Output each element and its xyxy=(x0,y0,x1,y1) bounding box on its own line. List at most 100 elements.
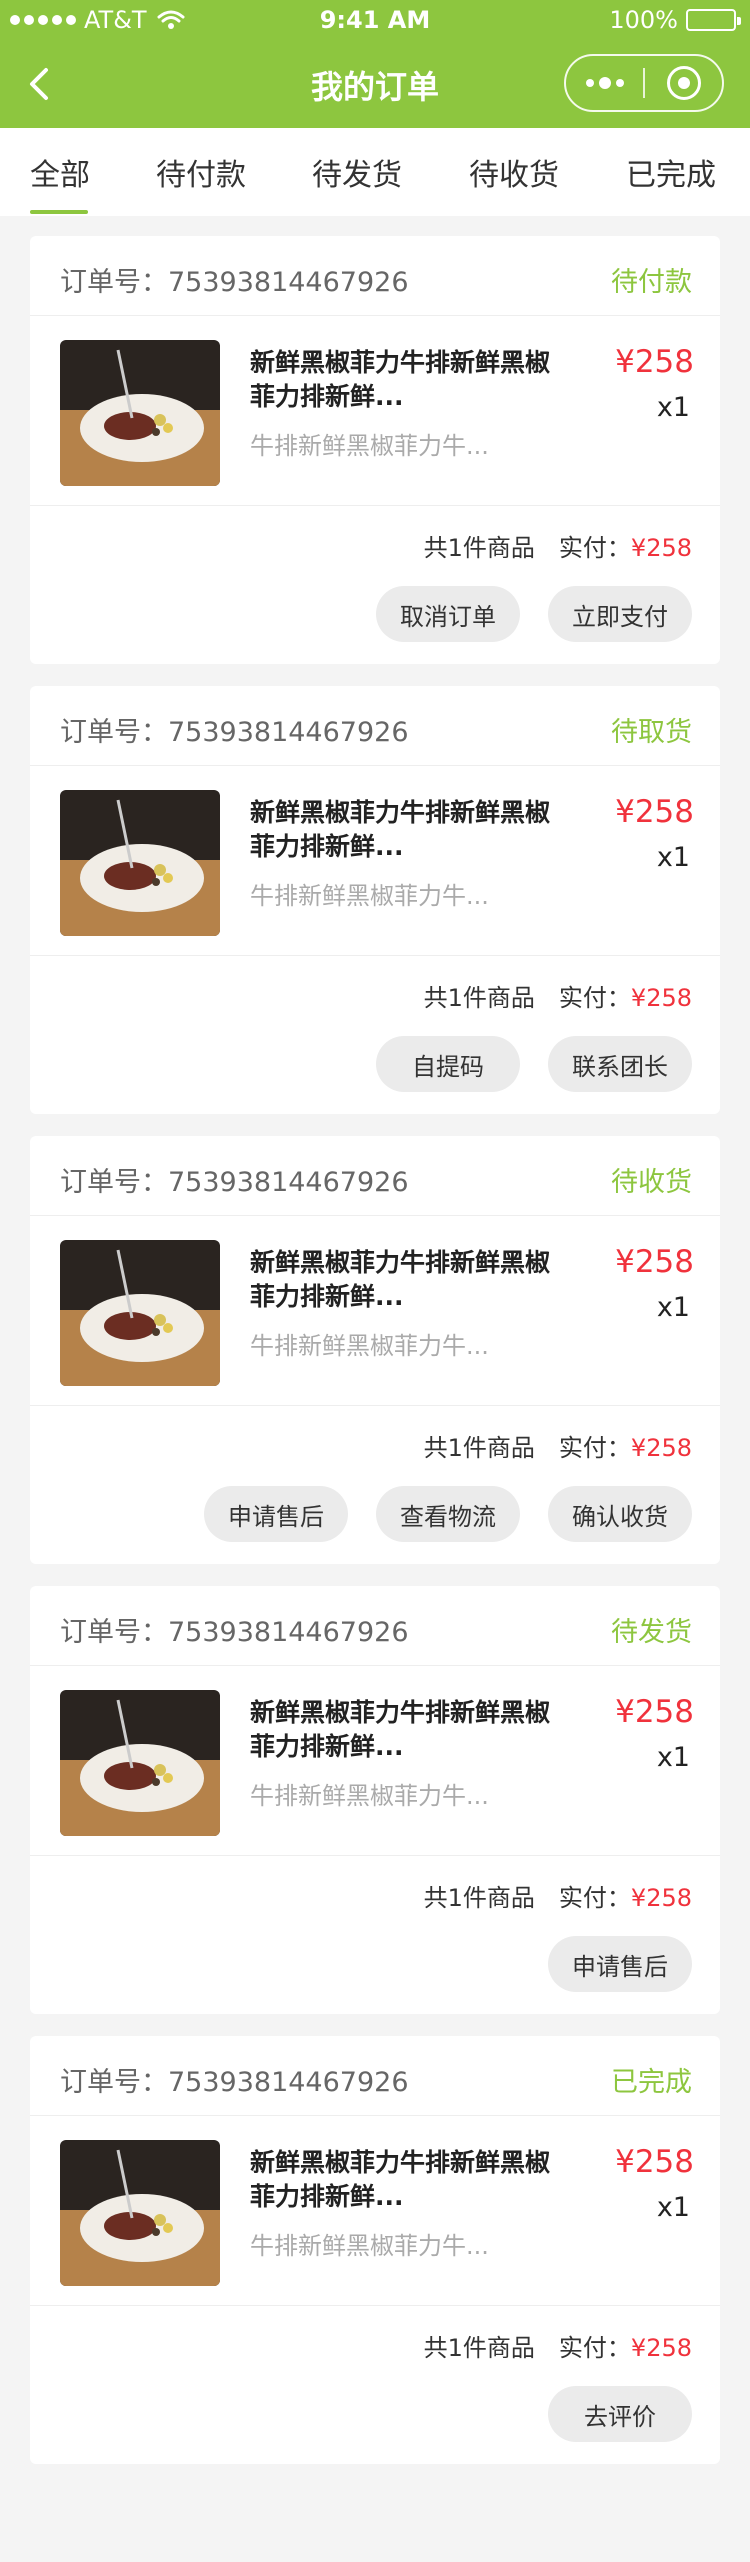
pay-now-button[interactable]: 立即支付 xyxy=(548,586,692,642)
battery-percent: 100% xyxy=(609,6,678,34)
product-name: 新鲜黑椒菲力牛排新鲜黑椒菲力排新鲜... xyxy=(250,348,551,411)
paid-amount: 实付：¥258 xyxy=(559,1428,692,1463)
order-actions: 取消订单 立即支付 xyxy=(376,586,692,642)
paid-label: 实付： xyxy=(558,1884,631,1912)
tab-indicator xyxy=(30,210,88,214)
order-summary: 共1件商品 实付：¥258 xyxy=(424,528,692,563)
item-count: 共1件商品 xyxy=(423,1884,535,1912)
contact-leader-button[interactable]: 联系团长 xyxy=(548,1036,692,1092)
paid-amount: 实付：¥258 xyxy=(559,978,692,1013)
order-tabs: 全部 待付款 待发货 待收货 已完成 xyxy=(0,128,750,216)
product-spec: 牛排新鲜黑椒菲力牛... xyxy=(250,1782,489,1810)
order-number: 订单号：75393814467926 xyxy=(60,1167,409,1198)
order-status: 待发货 xyxy=(611,1617,692,1648)
paid-value: ¥258 xyxy=(630,1434,692,1462)
paid-label: 实付： xyxy=(558,1434,631,1462)
order-actions: 申请售后 xyxy=(548,1936,692,1992)
order-card-header: 订单号：75393814467926 待发货 xyxy=(30,1586,720,1666)
product-image xyxy=(60,2140,220,2286)
order-item[interactable]: 新鲜黑椒菲力牛排新鲜黑椒菲力排新鲜... 牛排新鲜黑椒菲力牛... ¥258 x… xyxy=(30,2116,720,2306)
header: AT&T 9:41 AM 100% 我的订单 xyxy=(0,0,750,128)
order-summary: 共1件商品 实付：¥258 xyxy=(424,978,692,1013)
tab-completed[interactable]: 已完成 xyxy=(626,150,716,194)
product-quantity: x1 xyxy=(656,392,690,423)
product-quantity: x1 xyxy=(656,1742,690,1773)
order-status: 待付款 xyxy=(611,267,692,298)
pickup-code-button[interactable]: 自提码 xyxy=(376,1036,520,1092)
order-status: 待收货 xyxy=(611,1167,692,1198)
product-name: 新鲜黑椒菲力牛排新鲜黑椒菲力排新鲜... xyxy=(250,1698,551,1761)
product-image xyxy=(60,1240,220,1386)
product-name: 新鲜黑椒菲力牛排新鲜黑椒菲力排新鲜... xyxy=(250,2148,551,2211)
tab-all[interactable]: 全部 xyxy=(30,150,90,194)
tab-pending-receipt[interactable]: 待收货 xyxy=(469,150,559,194)
close-miniprogram-button[interactable] xyxy=(645,56,722,110)
tab-pending-payment[interactable]: 待付款 xyxy=(156,150,246,194)
product-quantity: x1 xyxy=(656,2192,690,2223)
paid-value: ¥258 xyxy=(630,984,692,1012)
paid-label: 实付： xyxy=(558,534,631,562)
order-actions: 自提码 联系团长 xyxy=(376,1036,692,1092)
paid-amount: 实付：¥258 xyxy=(559,1878,692,1913)
battery-icon xyxy=(686,9,741,31)
order-item[interactable]: 新鲜黑椒菲力牛排新鲜黑椒菲力排新鲜... 牛排新鲜黑椒菲力牛... ¥258 x… xyxy=(30,316,720,506)
product-price: ¥258 xyxy=(615,1694,694,1730)
order-card: 订单号：75393814467926 待收货 新鲜黑椒菲力牛排新鲜黑椒菲力排新鲜… xyxy=(30,1136,720,1564)
order-status: 已完成 xyxy=(611,2067,692,2098)
product-price: ¥258 xyxy=(615,2144,694,2180)
cancel-order-button[interactable]: 取消订单 xyxy=(376,586,520,642)
order-card: 订单号：75393814467926 待付款 新鲜黑椒菲力牛排新鲜黑椒菲力排新鲜… xyxy=(30,236,720,664)
target-icon xyxy=(666,66,701,100)
product-image xyxy=(60,1690,220,1836)
status-bar: AT&T 9:41 AM 100% xyxy=(0,0,750,40)
view-logistics-button[interactable]: 查看物流 xyxy=(376,1486,520,1542)
product-spec: 牛排新鲜黑椒菲力牛... xyxy=(250,1332,489,1360)
confirm-receipt-button[interactable]: 确认收货 xyxy=(548,1486,692,1542)
more-icon xyxy=(585,77,624,89)
mini-program-capsule xyxy=(564,54,724,112)
product-name: 新鲜黑椒菲力牛排新鲜黑椒菲力排新鲜... xyxy=(250,798,551,861)
order-card-header: 订单号：75393814467926 待取货 xyxy=(30,686,720,766)
order-number: 订单号：75393814467926 xyxy=(60,717,409,748)
product-image xyxy=(60,790,220,936)
product-quantity: x1 xyxy=(656,842,690,873)
product-quantity: x1 xyxy=(656,1292,690,1323)
order-card: 订单号：75393814467926 已完成 新鲜黑椒菲力牛排新鲜黑椒菲力排新鲜… xyxy=(30,2036,720,2464)
product-spec: 牛排新鲜黑椒菲力牛... xyxy=(250,2232,489,2260)
paid-amount: 实付：¥258 xyxy=(559,528,692,563)
order-item[interactable]: 新鲜黑椒菲力牛排新鲜黑椒菲力排新鲜... 牛排新鲜黑椒菲力牛... ¥258 x… xyxy=(30,1666,720,1856)
status-right: 100% xyxy=(609,6,741,34)
paid-amount: 实付：¥258 xyxy=(559,2328,692,2363)
item-count: 共1件商品 xyxy=(423,534,535,562)
order-summary: 共1件商品 实付：¥258 xyxy=(424,1428,692,1463)
product-price: ¥258 xyxy=(615,344,694,380)
after-sales-button[interactable]: 申请售后 xyxy=(548,1936,692,1992)
item-count: 共1件商品 xyxy=(423,984,535,1012)
paid-label: 实付： xyxy=(558,984,631,1012)
order-item[interactable]: 新鲜黑椒菲力牛排新鲜黑椒菲力排新鲜... 牛排新鲜黑椒菲力牛... ¥258 x… xyxy=(30,1216,720,1406)
paid-value: ¥258 xyxy=(630,1884,692,1912)
order-card-header: 订单号：75393814467926 已完成 xyxy=(30,2036,720,2116)
product-spec: 牛排新鲜黑椒菲力牛... xyxy=(250,882,489,910)
order-card-header: 订单号：75393814467926 待收货 xyxy=(30,1136,720,1216)
tab-pending-shipment[interactable]: 待发货 xyxy=(312,150,402,194)
order-number: 订单号：75393814467926 xyxy=(60,1617,409,1648)
item-count: 共1件商品 xyxy=(423,2334,535,2362)
item-count: 共1件商品 xyxy=(423,1434,535,1462)
order-summary: 共1件商品 实付：¥258 xyxy=(424,1878,692,1913)
more-button[interactable] xyxy=(566,56,643,110)
order-card-header: 订单号：75393814467926 待付款 xyxy=(30,236,720,316)
paid-value: ¥258 xyxy=(630,534,692,562)
product-price: ¥258 xyxy=(615,794,694,830)
product-name: 新鲜黑椒菲力牛排新鲜黑椒菲力排新鲜... xyxy=(250,1248,551,1311)
paid-value: ¥258 xyxy=(630,2334,692,2362)
order-item[interactable]: 新鲜黑椒菲力牛排新鲜黑椒菲力排新鲜... 牛排新鲜黑椒菲力牛... ¥258 x… xyxy=(30,766,720,956)
product-image xyxy=(60,340,220,486)
paid-label: 实付： xyxy=(558,2334,631,2362)
order-actions: 去评价 xyxy=(548,2386,692,2442)
after-sales-button[interactable]: 申请售后 xyxy=(204,1486,348,1542)
review-button[interactable]: 去评价 xyxy=(548,2386,692,2442)
product-spec: 牛排新鲜黑椒菲力牛... xyxy=(250,432,489,460)
order-number: 订单号：75393814467926 xyxy=(60,2067,409,2098)
order-card: 订单号：75393814467926 待发货 新鲜黑椒菲力牛排新鲜黑椒菲力排新鲜… xyxy=(30,1586,720,2014)
